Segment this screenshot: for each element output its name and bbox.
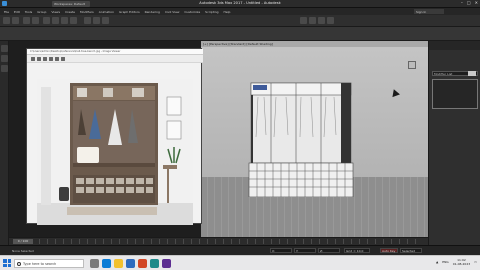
close-icon[interactable]: ✕	[475, 0, 478, 8]
reference-image-window: C:\Users\admin\Desktop\reference\hall-tr…	[26, 48, 203, 225]
start-icon[interactable]	[3, 259, 11, 267]
command-panel: Modifier List	[428, 41, 480, 245]
network-icon[interactable]: ▲	[436, 260, 438, 264]
taskbar-search-input[interactable]: Type here to search	[14, 259, 84, 268]
reference-window-toolbar	[27, 55, 203, 63]
office-icon[interactable]	[138, 259, 147, 268]
layout-icon[interactable]	[1, 55, 8, 62]
menu-item-create[interactable]: Create	[65, 10, 75, 14]
channel-icon[interactable]	[49, 57, 53, 61]
object-color-swatch[interactable]	[468, 71, 476, 76]
maximize-icon[interactable]: □	[467, 0, 471, 8]
material-editor-icon[interactable]	[300, 17, 307, 24]
perspective-viewport[interactable]: [+] [Perspective] [Standard] [Default Sh…	[201, 41, 428, 237]
layout-icon[interactable]	[1, 65, 8, 72]
windows-taskbar: Type here to search ▲ ENG 11:02 01-08-20…	[0, 255, 480, 270]
reference-photo	[37, 79, 193, 225]
print-icon[interactable]	[61, 57, 65, 61]
render-setup-icon[interactable]	[309, 17, 316, 24]
menu-item-tools[interactable]: Tools	[25, 10, 32, 14]
edge-icon[interactable]	[102, 259, 111, 268]
time-slider[interactable]: 0 / 100	[9, 237, 428, 245]
menu-item-help[interactable]: Help	[224, 10, 231, 14]
modifier-stack[interactable]	[432, 79, 478, 109]
menu-bar: File Edit Tools Group Views Create Modif…	[0, 8, 480, 15]
file-explorer-icon[interactable]	[114, 259, 123, 268]
sign-in-button[interactable]: Sign In	[414, 9, 444, 14]
time-slider-thumb[interactable]: 0 / 100	[13, 239, 33, 244]
undo-icon[interactable]	[3, 17, 10, 24]
menu-item-modifiers[interactable]: Modifiers	[80, 10, 94, 14]
grid-readout: Grid = 10.0	[344, 248, 370, 253]
snap-icon[interactable]	[84, 17, 91, 24]
y-coordinate-field[interactable]: Y:	[294, 248, 316, 253]
select-icon[interactable]	[43, 17, 50, 24]
menu-item-rendering[interactable]: Rendering	[145, 10, 160, 14]
time-slider-track[interactable]	[39, 239, 419, 244]
language-indicator[interactable]: ENG	[442, 260, 448, 264]
viewcube-icon[interactable]	[408, 61, 416, 69]
store-icon[interactable]	[126, 259, 135, 268]
task-view-icon[interactable]	[90, 259, 99, 268]
menu-item-civil-view[interactable]: Civil View	[165, 10, 179, 14]
link-icon[interactable]	[23, 17, 30, 24]
minimize-icon[interactable]: –	[461, 0, 463, 8]
hall-tree-model[interactable]	[246, 79, 396, 197]
scale-icon[interactable]	[70, 17, 77, 24]
clock-date: 01-08-2023	[452, 262, 471, 266]
status-bar: None Selected X: Y: Z: Grid = 10.0 Auto …	[0, 245, 480, 255]
align-icon[interactable]	[102, 17, 109, 24]
menu-item-customize[interactable]: Customize	[184, 10, 200, 14]
menu-item-file[interactable]: File	[4, 10, 9, 14]
taskbar-search-placeholder: Type here to search	[23, 262, 57, 266]
notification-icon[interactable]: ▭	[474, 260, 477, 264]
render-icon[interactable]	[318, 17, 325, 24]
channel-icon[interactable]	[55, 57, 59, 61]
system-tray: ▲ ENG 11:02 01-08-2023 ▭	[436, 258, 477, 266]
redo-icon[interactable]	[12, 17, 19, 24]
main-toolbar	[0, 15, 480, 27]
selection-status: None Selected	[12, 249, 34, 253]
rotate-icon[interactable]	[61, 17, 68, 24]
3ds-max-taskbar-icon[interactable]	[150, 259, 159, 268]
layout-icon[interactable]	[1, 45, 8, 52]
copy-icon[interactable]	[37, 57, 41, 61]
save-icon[interactable]	[31, 57, 35, 61]
auto-key-button[interactable]: Auto Key	[380, 248, 398, 253]
viewport-label[interactable]: [+] [Perspective] [Standard] [Default Sh…	[203, 42, 273, 46]
menu-item-edit[interactable]: Edit	[14, 10, 20, 14]
menu-item-scripting[interactable]: Scripting	[205, 10, 218, 14]
selected-dropdown[interactable]: Selected	[400, 248, 422, 253]
title-bar: Workspaces: Default Autodesk 3ds Max 201…	[0, 0, 480, 8]
clock[interactable]: 11:02 01-08-2023	[453, 258, 470, 266]
app-icon[interactable]	[162, 259, 171, 268]
menu-item-views[interactable]: Views	[51, 10, 60, 14]
window-controls: – □ ✕	[461, 0, 478, 8]
unlink-icon[interactable]	[32, 17, 39, 24]
menu-item-animation[interactable]: Animation	[99, 10, 114, 14]
viewport-layout-strip	[0, 41, 9, 245]
z-coordinate-field[interactable]: Z:	[318, 248, 340, 253]
mirror-icon[interactable]	[93, 17, 100, 24]
search-icon	[17, 262, 21, 266]
menu-item-graph-editors[interactable]: Graph Editors	[119, 10, 140, 14]
window-title: Autodesk 3ds Max 2017 - Untitled - Autod…	[199, 1, 281, 5]
command-panel-tabs[interactable]	[429, 41, 480, 50]
ribbon	[0, 27, 480, 41]
move-icon[interactable]	[52, 17, 59, 24]
x-coordinate-field[interactable]: X:	[270, 248, 292, 253]
zoom-icon[interactable]	[43, 57, 47, 61]
teapot-icon[interactable]	[327, 17, 334, 24]
menu-item-group[interactable]: Group	[37, 10, 46, 14]
